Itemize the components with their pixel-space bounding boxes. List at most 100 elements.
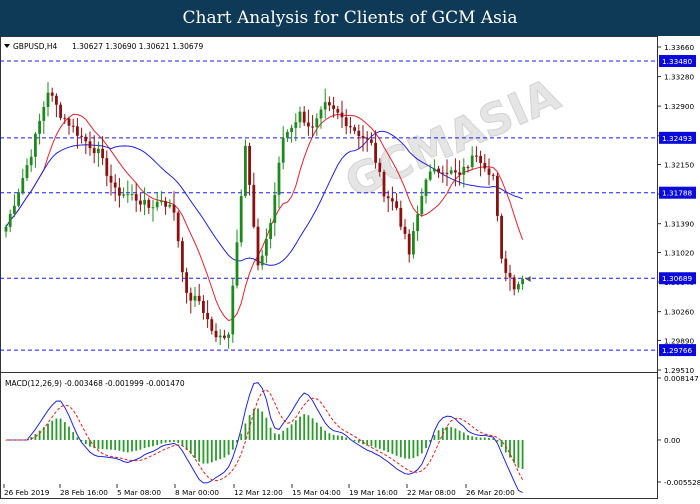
level-price-label: 1.30689: [662, 274, 693, 283]
macd-histogram-bar: [488, 438, 490, 440]
bullish-candle: [416, 214, 419, 231]
time-tick-label: 19 Mar 16:00: [349, 488, 398, 497]
macd-histogram-bar: [476, 437, 478, 440]
bearish-candle: [59, 105, 62, 118]
watermark-logo: GCMASIA: [338, 69, 567, 208]
bearish-candle: [177, 213, 180, 242]
bearish-candle: [336, 109, 339, 113]
bearish-candle: [437, 169, 440, 173]
macd-histogram-bar: [85, 440, 87, 444]
macd-histogram-bar: [274, 433, 276, 440]
macd-histogram-bar: [320, 427, 322, 440]
price-tick-label: 1.29890: [664, 336, 695, 345]
macd-histogram-bar: [471, 436, 473, 440]
macd-histogram-bar: [203, 440, 205, 464]
macd-histogram-bar: [194, 440, 196, 458]
bearish-candle: [479, 156, 482, 163]
chart-banner-title: Chart Analysis for Clients of GCM Asia: [0, 0, 700, 36]
bullish-candle: [30, 157, 33, 165]
bearish-candle: [341, 113, 344, 118]
macd-histogram-bar: [232, 440, 234, 450]
price-tick-label: 1.33660: [664, 43, 695, 52]
bearish-candle: [114, 183, 117, 188]
macd-histogram-bar: [358, 440, 360, 443]
bearish-candle: [206, 313, 209, 319]
macd-title: MACD(12,26,9) -0.003468 -0.001999 -0.001…: [5, 379, 185, 388]
bullish-candle: [38, 121, 41, 134]
bearish-candle: [387, 196, 390, 198]
macd-histogram-bar: [144, 440, 146, 448]
macd-indicator: 0.0081470.00-0.005528: [5, 374, 700, 493]
macd-histogram-bar: [371, 440, 373, 446]
bearish-candle: [80, 136, 83, 137]
macd-histogram-bar: [68, 427, 70, 440]
macd-histogram-bar: [387, 440, 389, 452]
macd-histogram-bar: [47, 424, 49, 440]
bullish-candle: [315, 118, 318, 127]
bearish-candle: [500, 216, 503, 259]
bullish-candle: [324, 102, 327, 109]
macd-histogram-bar: [446, 427, 448, 440]
macd-histogram-bar: [77, 437, 79, 440]
macd-histogram-bar: [501, 440, 503, 447]
macd-histogram-bar: [270, 428, 272, 440]
bearish-candle: [441, 173, 444, 174]
bullish-candle: [282, 138, 285, 163]
bearish-candle: [311, 126, 314, 127]
macd-histogram-bar: [438, 430, 440, 440]
time-tick-label: 5 Mar 08:00: [117, 488, 161, 497]
bullish-candle: [265, 239, 268, 256]
bearish-candle: [357, 131, 360, 136]
bearish-candle: [93, 148, 96, 153]
time-tick-label: 26 Feb 2019: [4, 488, 50, 497]
bearish-candle: [391, 198, 394, 201]
macd-histogram-bar: [56, 419, 58, 440]
bullish-candle: [34, 134, 37, 157]
macd-histogram-bar: [333, 435, 335, 440]
macd-histogram-bar: [224, 440, 226, 458]
macd-histogram-bar: [396, 440, 398, 456]
macd-histogram-bar: [513, 440, 515, 463]
level-price-label: 1.33480: [662, 57, 693, 66]
bullish-candle: [236, 242, 239, 285]
bearish-candle: [135, 194, 138, 201]
bearish-candle: [139, 201, 142, 205]
price-axis: 1.336601.332801.329001.325201.321501.317…: [657, 43, 696, 375]
bearish-candle: [198, 296, 201, 301]
macd-histogram-bar: [324, 431, 326, 440]
bullish-candle: [42, 107, 45, 121]
time-tick-label: 12 Mar 12:00: [234, 488, 283, 497]
bullish-candle: [240, 196, 243, 242]
bearish-candle: [63, 118, 66, 119]
macd-histogram-bar: [278, 434, 280, 440]
bullish-candle: [299, 112, 302, 123]
macd-histogram-bar: [207, 440, 209, 464]
macd-histogram-bar: [228, 440, 230, 455]
macd-histogram-bar: [102, 440, 104, 449]
macd-histogram-bar: [303, 414, 305, 440]
chevron-down-icon[interactable]: [4, 44, 10, 48]
macd-histogram-bar: [177, 440, 179, 443]
bearish-candle: [353, 127, 356, 131]
macd-histogram-bar: [215, 440, 217, 461]
symbol-label: GBPUSD,H4: [13, 42, 58, 51]
macd-histogram-bar: [408, 440, 410, 459]
macd-tick-label: 0.00: [664, 436, 681, 445]
macd-histogram-bar: [434, 435, 436, 440]
chart-canvas[interactable]: GCMASIA 1.336601.332801.329001.325201.32…: [0, 36, 700, 500]
macd-histogram-bar: [484, 437, 486, 440]
bearish-candle: [173, 205, 176, 213]
bullish-candle: [462, 167, 465, 175]
macd-histogram-bar: [35, 434, 37, 440]
price-tick-label: 1.33280: [664, 73, 695, 82]
bearish-candle: [110, 176, 113, 183]
bearish-candle: [164, 201, 167, 207]
bearish-candle: [408, 234, 411, 255]
macd-signal-line: [6, 390, 523, 481]
macd-histogram-bar: [375, 440, 377, 448]
bullish-candle: [126, 194, 129, 195]
bullish-candle: [278, 163, 281, 195]
macd-histogram-bar: [173, 440, 175, 442]
bullish-candle: [269, 223, 272, 239]
bullish-candle: [21, 178, 24, 192]
